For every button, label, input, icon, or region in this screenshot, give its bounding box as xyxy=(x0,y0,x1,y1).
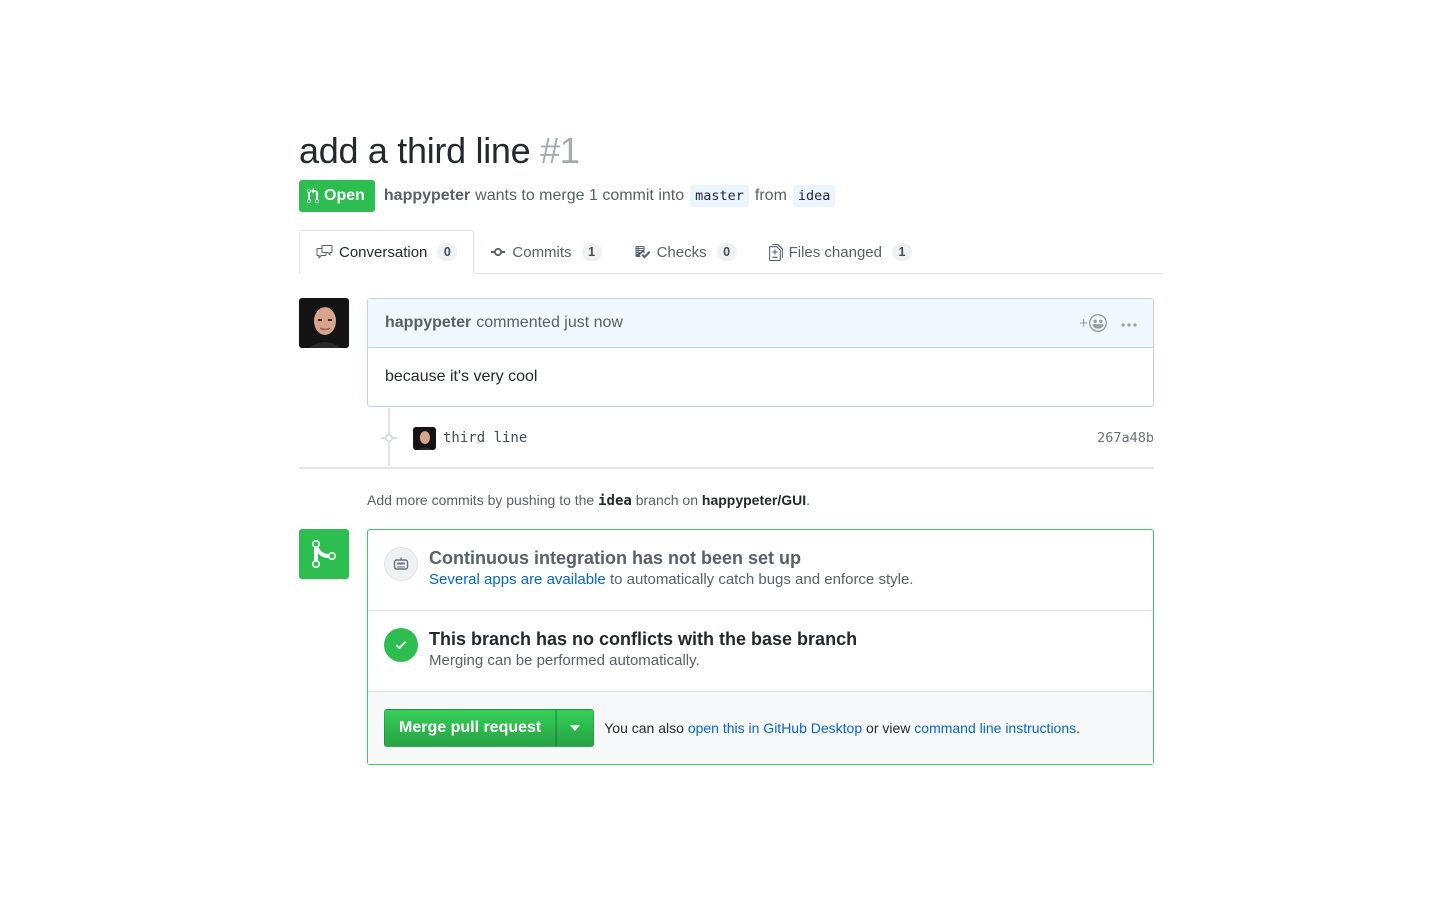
user-avatar-image xyxy=(299,298,349,348)
conflict-status: This branch has no conflicts with the ba… xyxy=(368,611,1153,692)
tab-commits[interactable]: Commits 1 xyxy=(474,230,617,274)
divider xyxy=(299,467,1154,469)
avatar[interactable] xyxy=(299,298,349,348)
page-title: add a third line #1 xyxy=(299,128,1162,174)
comment-meta[interactable]: commented just now xyxy=(476,314,623,332)
pr-title: add a third line xyxy=(299,130,531,171)
push-hint: Add more commits by pushing to the idea … xyxy=(367,492,810,509)
hint-suffix: . xyxy=(806,492,811,508)
git-commit-icon xyxy=(491,248,506,256)
ci-status: Continuous integration has not been set … xyxy=(368,530,1153,611)
tab-label: Commits xyxy=(512,243,572,261)
commit-sha-link[interactable]: 267a48b xyxy=(1097,430,1154,446)
base-branch[interactable]: master xyxy=(690,185,749,207)
status-badge: Open xyxy=(299,180,375,212)
hint-middle: branch on xyxy=(635,492,699,508)
merge-summary: happypeter wants to merge 1 commit into … xyxy=(384,185,842,207)
merge-text: wants to merge 1 commit into xyxy=(475,187,685,204)
tab-counter: 0 xyxy=(716,243,737,261)
commit-avatar[interactable] xyxy=(413,426,436,450)
git-commit-icon xyxy=(379,433,399,443)
reaction-plus: + xyxy=(1079,314,1088,332)
tab-label: Checks xyxy=(656,243,707,261)
tab-counter: 1 xyxy=(581,243,602,261)
tab-checks[interactable]: Checks 0 xyxy=(618,230,753,274)
checklist-icon xyxy=(635,246,651,259)
also-middle: or view xyxy=(866,720,911,736)
ci-icon xyxy=(384,547,418,581)
tab-conversation[interactable]: Conversation 0 xyxy=(299,230,475,274)
apps-link[interactable]: Several apps are available xyxy=(429,571,606,588)
conflict-description: Merging can be performed automatically. xyxy=(429,652,700,669)
pr-number: #1 xyxy=(540,130,580,171)
hint-prefix: Add more commits by pushing to the xyxy=(367,492,595,508)
git-pull-request-icon xyxy=(307,188,319,203)
merge-panel: Continuous integration has not been set … xyxy=(367,529,1154,765)
tab-label: Conversation xyxy=(339,243,428,261)
alternative-options: You can also open this in GitHub Desktop… xyxy=(604,720,1080,736)
conflict-title: This branch has no conflicts with the ba… xyxy=(429,629,858,649)
also-prefix: You can also xyxy=(604,720,684,736)
from-word: from xyxy=(754,187,787,204)
hint-branch: idea xyxy=(598,493,632,509)
comment-author-link[interactable]: happypeter xyxy=(385,314,471,332)
pr-meta: Open happypeter wants to merge 1 commit … xyxy=(299,180,1162,212)
triangle-down-icon xyxy=(570,725,581,731)
git-merge-icon xyxy=(299,529,349,579)
pr-tabs: Conversation 0 Commits 1 Checks 0 Files … xyxy=(299,230,1162,274)
merge-pull-request-button[interactable]: Merge pull request xyxy=(384,709,557,747)
pull-request-page: add a third line #1 Open happypeter want… xyxy=(299,128,1162,765)
comment-actions: + xyxy=(1079,314,1137,332)
check-icon xyxy=(384,628,418,662)
status-label: Open xyxy=(324,187,365,204)
add-reaction-button[interactable]: + xyxy=(1079,314,1107,332)
tab-files-changed[interactable]: Files changed 1 xyxy=(753,230,928,274)
merge-button-group: Merge pull request xyxy=(384,709,595,747)
smiley-icon xyxy=(1089,314,1107,332)
commit-message-link[interactable]: third line xyxy=(443,430,527,446)
more-options-icon[interactable] xyxy=(1121,314,1137,332)
tab-label: Files changed xyxy=(788,243,882,261)
comment: happypeter commented just now + because … xyxy=(367,298,1154,407)
ci-description: to automatically catch bugs and enforce … xyxy=(609,571,914,588)
merge-footer: Merge pull request You can also open thi… xyxy=(368,692,1153,764)
comment-body: because it's very cool xyxy=(385,368,538,385)
also-suffix: . xyxy=(1076,720,1081,736)
tab-counter: 0 xyxy=(437,243,458,261)
timeline-commit: third line 267a48b xyxy=(379,424,1154,452)
command-line-link[interactable]: command line instructions xyxy=(914,720,1076,736)
github-desktop-link[interactable]: open this in GitHub Desktop xyxy=(688,720,862,736)
merge-options-dropdown[interactable] xyxy=(556,709,595,747)
author-link[interactable]: happypeter xyxy=(384,187,470,205)
comment-discussion-icon xyxy=(316,245,333,259)
head-branch[interactable]: idea xyxy=(792,185,836,207)
file-diff-icon xyxy=(768,243,783,261)
hint-repo: happypeter/GUI xyxy=(701,492,807,508)
comment-header: happypeter commented just now + xyxy=(368,299,1153,348)
ci-title: Continuous integration has not been set … xyxy=(429,548,801,568)
tab-counter: 1 xyxy=(892,243,912,261)
